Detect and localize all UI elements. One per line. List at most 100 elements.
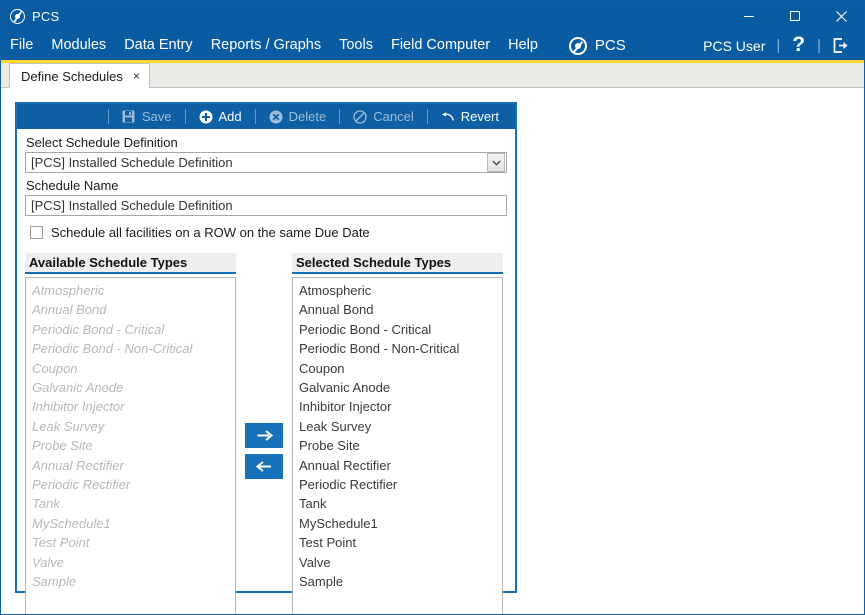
save-label: Save xyxy=(141,109,172,124)
selected-column: Selected Schedule Types Atmospheric Annu… xyxy=(292,253,503,614)
delete-label: Delete xyxy=(288,109,327,124)
list-item[interactable]: Atmospheric xyxy=(26,281,235,300)
list-item[interactable]: Tank xyxy=(293,494,502,513)
minimize-button[interactable] xyxy=(726,1,772,31)
menu-divider-2: | xyxy=(817,37,821,54)
add-icon xyxy=(199,110,213,124)
pcs-logo-icon xyxy=(568,36,587,55)
list-item[interactable]: Periodic Bond - Non-Critical xyxy=(26,339,235,358)
list-item[interactable]: Valve xyxy=(293,553,502,572)
list-item[interactable]: Leak Survey xyxy=(26,417,235,436)
select-definition-value: [PCS] Installed Schedule Definition xyxy=(31,155,233,170)
dual-list-selector: Available Schedule Types Atmospheric Ann… xyxy=(25,253,507,614)
arrow-right-icon xyxy=(257,430,273,441)
title-bar: PCS xyxy=(1,1,864,31)
window-controls xyxy=(726,1,864,31)
logout-icon xyxy=(833,38,848,53)
schedule-name-input[interactable]: [PCS] Installed Schedule Definition xyxy=(25,195,507,216)
transfer-buttons xyxy=(236,253,292,614)
tab-strip: Define Schedules × xyxy=(1,63,864,88)
row-due-date-checkbox-row[interactable]: Schedule all facilities on a ROW on the … xyxy=(30,225,507,240)
list-item[interactable]: Valve xyxy=(26,553,235,572)
available-listbox[interactable]: Atmospheric Annual Bond Periodic Bond - … xyxy=(25,277,236,614)
selected-listbox[interactable]: Atmospheric Annual Bond Periodic Bond - … xyxy=(292,277,503,614)
list-item[interactable]: Test Point xyxy=(293,533,502,552)
list-item[interactable]: Periodic Rectifier xyxy=(26,475,235,494)
list-item[interactable]: Inhibitor Injector xyxy=(293,397,502,416)
cancel-label: Cancel xyxy=(373,109,414,124)
list-item[interactable]: Probe Site xyxy=(293,436,502,455)
move-right-button[interactable] xyxy=(245,423,283,448)
list-item[interactable]: Sample xyxy=(293,572,502,591)
tab-label: Define Schedules xyxy=(21,68,123,84)
save-icon xyxy=(122,110,136,124)
list-item[interactable]: Annual Bond xyxy=(293,300,502,319)
list-item[interactable]: Test Point xyxy=(26,533,235,552)
list-item[interactable]: Inhibitor Injector xyxy=(26,397,235,416)
menu-item-help[interactable]: Help xyxy=(499,31,547,60)
select-definition-combobox[interactable]: [PCS] Installed Schedule Definition xyxy=(25,152,507,173)
schedule-name-label: Schedule Name xyxy=(26,178,119,193)
menu-bar: File Modules Data Entry Reports / Graphs… xyxy=(1,31,864,60)
content-area: Save Add Delete Cancel Revert Select Sch… xyxy=(1,88,864,614)
menu-item-file[interactable]: File xyxy=(1,31,42,60)
revert-button[interactable]: Revert xyxy=(428,104,512,129)
logout-button[interactable] xyxy=(823,36,860,55)
row-due-date-label: Schedule all facilities on a ROW on the … xyxy=(51,225,370,240)
list-item[interactable]: Annual Bond xyxy=(26,300,235,319)
add-button[interactable]: Add xyxy=(186,104,255,129)
move-left-button[interactable] xyxy=(245,454,283,479)
menu-item-field-computer[interactable]: Field Computer xyxy=(382,31,499,60)
menu-item-reports-graphs[interactable]: Reports / Graphs xyxy=(202,31,330,60)
list-item[interactable]: Coupon xyxy=(293,359,502,378)
title-bar-left: PCS xyxy=(1,8,59,24)
list-item[interactable]: Tank xyxy=(26,494,235,513)
select-definition-label: Select Schedule Definition xyxy=(26,135,178,150)
arrow-left-icon xyxy=(255,461,271,472)
schedule-name-value: [PCS] Installed Schedule Definition xyxy=(31,198,233,213)
menu-item-modules[interactable]: Modules xyxy=(42,31,115,60)
list-item[interactable]: Probe Site xyxy=(26,436,235,455)
delete-button[interactable]: Delete xyxy=(256,104,340,129)
tab-define-schedules[interactable]: Define Schedules × xyxy=(9,63,150,88)
list-item[interactable]: Periodic Bond - Non-Critical xyxy=(293,339,502,358)
list-item[interactable]: Annual Rectifier xyxy=(26,456,235,475)
define-schedules-panel: Save Add Delete Cancel Revert Select Sch… xyxy=(15,102,517,614)
list-item[interactable]: Atmospheric xyxy=(293,281,502,300)
list-item[interactable]: Sample xyxy=(26,572,235,591)
form-body: Select Schedule Definition [PCS] Install… xyxy=(17,129,515,614)
current-user-label: PCS User xyxy=(703,37,766,54)
row-due-date-checkbox[interactable] xyxy=(30,226,43,239)
pcs-brand[interactable]: PCS xyxy=(568,36,626,55)
maximize-icon xyxy=(790,11,800,21)
list-item[interactable]: MySchedule1 xyxy=(26,514,235,533)
list-item[interactable]: MySchedule1 xyxy=(293,514,502,533)
chevron-down-icon[interactable] xyxy=(487,153,505,172)
list-item[interactable]: Galvanic Anode xyxy=(26,378,235,397)
record-toolbar: Save Add Delete Cancel Revert xyxy=(17,104,515,129)
maximize-button[interactable] xyxy=(772,1,818,31)
delete-icon xyxy=(269,110,283,124)
list-item[interactable]: Galvanic Anode xyxy=(293,378,502,397)
list-item[interactable]: Annual Rectifier xyxy=(293,456,502,475)
selected-list-header: Selected Schedule Types xyxy=(292,253,503,274)
close-icon xyxy=(835,10,847,22)
tab-close-icon[interactable]: × xyxy=(133,70,140,82)
help-question-icon[interactable]: ? xyxy=(782,34,815,55)
minimize-icon xyxy=(744,16,754,17)
save-button[interactable]: Save xyxy=(109,104,185,129)
cancel-button[interactable]: Cancel xyxy=(340,104,426,129)
close-button[interactable] xyxy=(818,1,864,31)
cancel-icon xyxy=(353,109,367,124)
list-item[interactable]: Periodic Bond - Critical xyxy=(293,320,502,339)
menu-bar-right: PCS User | ? | xyxy=(694,31,860,60)
pcs-circle-logo-icon xyxy=(10,8,25,24)
list-item[interactable]: Periodic Rectifier xyxy=(293,475,502,494)
list-item[interactable]: Leak Survey xyxy=(293,417,502,436)
application-window: PCS File Modules Data Entry Reports / Gr… xyxy=(0,0,865,615)
menu-item-data-entry[interactable]: Data Entry xyxy=(115,31,202,60)
menu-item-tools[interactable]: Tools xyxy=(330,31,382,60)
list-item[interactable]: Coupon xyxy=(26,359,235,378)
list-item[interactable]: Periodic Bond - Critical xyxy=(26,320,235,339)
revert-icon xyxy=(441,110,455,124)
